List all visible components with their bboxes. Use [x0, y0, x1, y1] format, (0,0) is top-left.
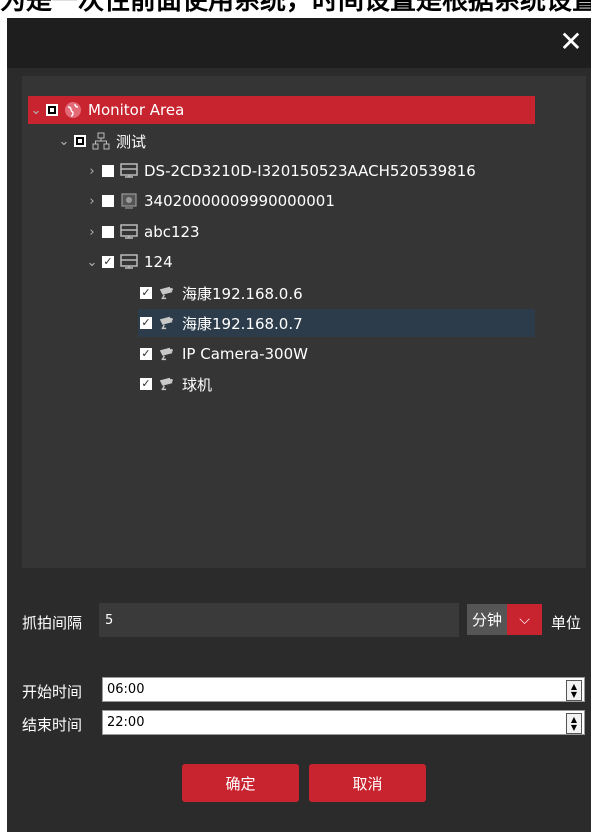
chevron-down-icon[interactable]: ⌄	[56, 134, 72, 149]
checkbox-checked[interactable]: ✓	[140, 317, 152, 329]
camera-icon	[158, 345, 176, 363]
org-icon	[92, 132, 110, 150]
start-time-input[interactable]: 06:00 ▲ ▼	[102, 677, 585, 702]
end-time-value: 22:00	[107, 715, 145, 730]
chevron-right-icon[interactable]: ›	[84, 225, 100, 240]
chevron-down-icon[interactable]: ⌄	[84, 255, 100, 270]
nvr-icon	[120, 253, 138, 271]
unit-select[interactable]: 分钟 ⌵	[467, 604, 542, 635]
tree-label: 124	[144, 253, 173, 271]
check-icon: ✓	[141, 316, 151, 329]
tree-label: 34020000009990000001	[144, 192, 335, 210]
tree-row-camera[interactable]: ✓ 海康192.168.0.6	[138, 279, 303, 307]
confirm-button[interactable]: 确定	[182, 764, 299, 802]
checkbox-checked[interactable]: ✓	[140, 287, 152, 299]
tree-label: 球机	[182, 375, 213, 394]
checkbox-checked[interactable]: ✓	[140, 378, 152, 390]
check-icon: ✓	[103, 255, 113, 268]
time-spinner[interactable]: ▲ ▼	[566, 680, 582, 701]
globe-icon	[64, 101, 82, 119]
chevron-right-icon[interactable]: ›	[84, 194, 100, 209]
checkbox-checked[interactable]: ✓	[140, 348, 152, 360]
nvr-icon	[120, 223, 138, 241]
tree-label: Monitor Area	[88, 101, 185, 119]
checkbox[interactable]	[102, 226, 114, 238]
tree-row-camera[interactable]: ✓ 海康192.168.0.7	[138, 309, 535, 337]
start-time-label: 开始时间	[22, 683, 83, 701]
tree-row-device[interactable]: › DS-2CD3210D-I320150523AACH520539816	[84, 157, 476, 185]
end-time-label: 结束时间	[22, 716, 83, 734]
tree-label: DS-2CD3210D-I320150523AACH520539816	[144, 162, 476, 180]
tree-row-device[interactable]: › 34020000009990000001	[84, 187, 335, 215]
checkbox[interactable]	[74, 135, 86, 147]
camera-icon	[158, 284, 176, 302]
interval-label: 抓拍间隔	[22, 614, 83, 632]
end-time-input[interactable]: 22:00 ▲ ▼	[102, 710, 585, 735]
checkbox[interactable]	[102, 165, 114, 177]
check-icon: ✓	[141, 347, 151, 360]
dialog-titlebar: ✕	[7, 18, 591, 68]
tree-row-root[interactable]: ⌄ Monitor Area	[28, 96, 535, 124]
unit-suffix-label: 单位	[551, 614, 582, 632]
unit-value: 分钟	[471, 611, 502, 629]
tree-row-device[interactable]: ⌄ ✓ 124	[84, 248, 173, 276]
interval-input[interactable]: 5	[99, 603, 459, 637]
chevron-down-icon[interactable]: ⌵	[507, 604, 542, 635]
checkbox[interactable]	[102, 195, 114, 207]
header-fragment: 为是一次性前面使用系统，时间设置是根据系统设置，设	[0, 0, 591, 16]
tree-label: 海康192.168.0.7	[182, 314, 303, 333]
nvr-icon	[120, 162, 138, 180]
chevron-right-icon[interactable]: ›	[84, 164, 100, 179]
camera-icon	[158, 375, 176, 393]
chevron-down-icon[interactable]: ⌄	[28, 103, 44, 118]
start-time-value: 06:00	[107, 682, 145, 697]
tree-row-camera[interactable]: ✓ IP Camera-300W	[138, 340, 308, 368]
device-icon	[120, 192, 138, 210]
check-icon: ✓	[141, 377, 151, 390]
tree-row-group[interactable]: ⌄ 测试	[56, 127, 146, 155]
checkbox[interactable]	[46, 104, 58, 116]
check-icon: ✓	[141, 286, 151, 299]
tree-label: 海康192.168.0.6	[182, 284, 303, 303]
camera-icon	[158, 314, 176, 332]
tree-label: IP Camera-300W	[182, 345, 308, 363]
cropped-header-text: 为是一次性前面使用系统，时间设置是根据系统设置，设	[0, 0, 591, 18]
time-spinner[interactable]: ▲ ▼	[566, 713, 582, 734]
cancel-button[interactable]: 取消	[309, 764, 426, 802]
close-icon[interactable]: ✕	[557, 28, 585, 56]
tree-row-camera[interactable]: ✓ 球机	[138, 370, 212, 398]
tree-label: 测试	[116, 132, 147, 151]
tree-label: abc123	[144, 223, 200, 241]
tree-row-device[interactable]: › abc123	[84, 218, 200, 246]
checkbox-checked[interactable]: ✓	[102, 256, 114, 268]
